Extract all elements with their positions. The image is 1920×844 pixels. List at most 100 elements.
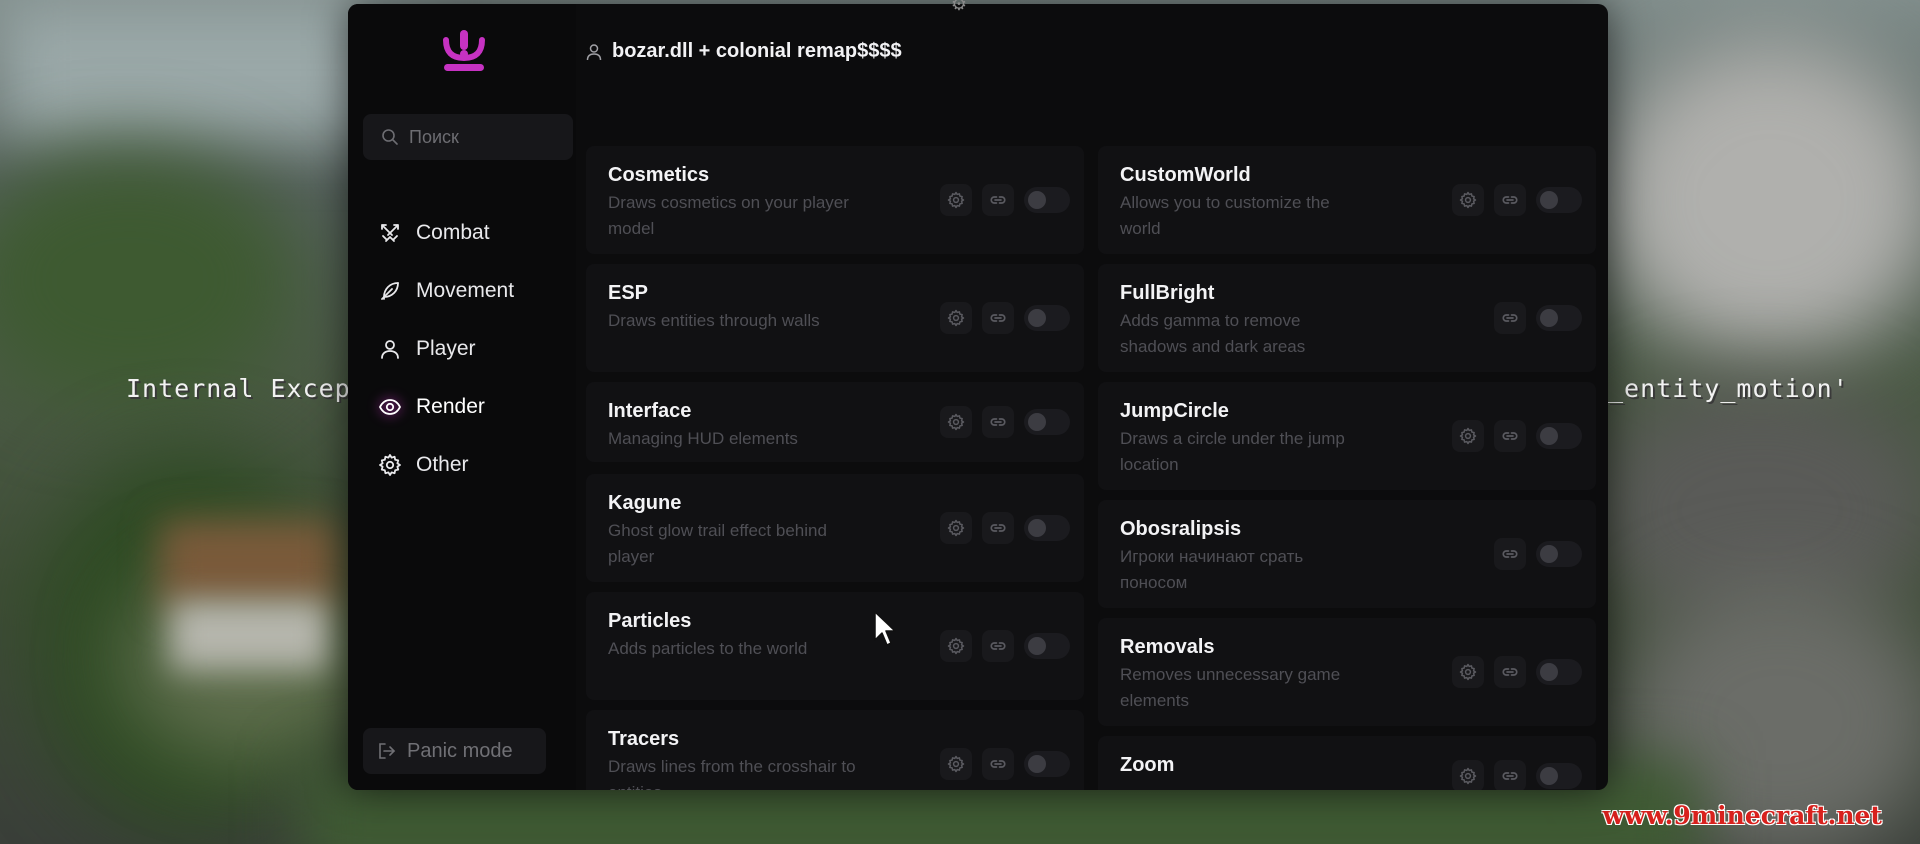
search-input[interactable] — [409, 126, 559, 148]
module-settings-button[interactable] — [940, 302, 972, 334]
module-controls — [940, 406, 1070, 438]
gear-icon: ⚙ — [950, 0, 968, 14]
link-icon — [1502, 432, 1518, 440]
exit-icon — [379, 743, 396, 759]
module-description: Adds particles to the world — [608, 639, 808, 658]
toggle-knob — [1540, 427, 1558, 445]
module-toggle[interactable] — [1024, 305, 1070, 331]
module-settings-button[interactable] — [1452, 420, 1484, 452]
module-name: Zoom — [1120, 754, 1175, 776]
link-icon — [990, 314, 1006, 322]
toggle-knob — [1028, 637, 1046, 655]
module-controls — [940, 630, 1070, 662]
module-toggle[interactable] — [1024, 751, 1070, 777]
module-bind-button[interactable] — [1494, 656, 1526, 688]
toggle-knob — [1540, 191, 1558, 209]
module-controls — [1494, 302, 1582, 334]
module-description: Draws entities through walls — [608, 311, 820, 330]
module-description: Draws a circle under the jump location — [1120, 429, 1345, 474]
module-card-fullbright[interactable]: FullBright Adds gamma to remove shadows a… — [1098, 264, 1596, 372]
module-card-removals[interactable]: Removals Removes unnecessary game element… — [1098, 618, 1596, 726]
module-card-kagune[interactable]: Kagune Ghost glow trail effect behind pla… — [586, 474, 1084, 582]
module-bind-button[interactable] — [1494, 538, 1526, 570]
module-toggle[interactable] — [1536, 423, 1582, 449]
module-toggle[interactable] — [1024, 515, 1070, 541]
gear-icon — [1459, 427, 1477, 445]
module-name: JumpCircle — [1120, 400, 1229, 422]
module-bind-button[interactable] — [982, 748, 1014, 780]
module-card-obosralipsis[interactable]: Obosralipsis Игроки начинают срать поносо… — [1098, 500, 1596, 608]
toggle-knob — [1540, 767, 1558, 785]
nav-item-render[interactable]: Render — [378, 378, 514, 436]
link-icon — [990, 760, 1006, 768]
module-card-tracers[interactable]: Tracers Draws lines from the crosshair to… — [586, 710, 1084, 790]
module-bind-button[interactable] — [982, 630, 1014, 662]
module-bind-button[interactable] — [1494, 302, 1526, 334]
module-bind-button[interactable] — [982, 302, 1014, 334]
nav-item-movement[interactable]: Movement — [378, 262, 514, 320]
module-controls — [1452, 656, 1582, 688]
module-card-jumpcircle[interactable]: JumpCircle Draws a circle under the jump … — [1098, 382, 1596, 490]
nav-item-player[interactable]: Player — [378, 320, 514, 378]
module-bind-button[interactable] — [1494, 420, 1526, 452]
module-settings-button[interactable] — [1452, 760, 1484, 790]
module-toggle[interactable] — [1536, 187, 1582, 213]
module-settings-button[interactable] — [1452, 656, 1484, 688]
chat-message-left: Internal Exceptic — [126, 374, 348, 403]
module-list: Cosmetics Draws cosmetics on your player … — [576, 116, 1608, 790]
module-toggle[interactable] — [1536, 659, 1582, 685]
module-bind-button[interactable] — [982, 406, 1014, 438]
module-toggle[interactable] — [1024, 409, 1070, 435]
module-card-particles[interactable]: Particles Adds particles to the world — [586, 592, 1084, 700]
module-controls — [940, 748, 1070, 780]
module-toggle[interactable] — [1024, 633, 1070, 659]
module-description: Игроки начинают срать поносом — [1120, 547, 1304, 592]
module-card-esp[interactable]: ESP Draws entities through walls — [586, 264, 1084, 372]
module-settings-button[interactable] — [1452, 184, 1484, 216]
chat-message-right: _entity_motion' — [1608, 374, 1849, 403]
module-name: Kagune — [608, 492, 682, 514]
module-name: Tracers — [608, 728, 680, 750]
module-description: Removes unnecessary game elements — [1120, 665, 1341, 710]
module-toggle[interactable] — [1536, 305, 1582, 331]
nav-item-combat[interactable]: Combat — [378, 204, 514, 262]
module-card-customworld[interactable]: CustomWorld Allows you to customize the w… — [1098, 146, 1596, 254]
sidebar: Combat Movement Player — [348, 4, 576, 790]
panic-mode-label: Panic mode — [407, 739, 513, 762]
module-card-cosmetics[interactable]: Cosmetics Draws cosmetics on your player … — [586, 146, 1084, 254]
panic-mode-button[interactable]: Panic mode — [363, 728, 546, 774]
config-title-text: bozar.dll + colonial remap$$$$ — [612, 40, 902, 62]
module-bind-button[interactable] — [982, 184, 1014, 216]
module-controls — [1452, 184, 1582, 216]
module-settings-button[interactable] — [940, 512, 972, 544]
module-bind-button[interactable] — [1494, 760, 1526, 790]
config-title: bozar.dll + colonial remap$$$$ — [586, 40, 902, 63]
toggle-knob — [1028, 755, 1046, 773]
module-settings-button[interactable] — [940, 406, 972, 438]
module-name: FullBright — [1120, 282, 1215, 304]
crown-logo-icon — [443, 30, 485, 71]
link-icon — [1502, 550, 1518, 558]
toggle-knob — [1028, 413, 1046, 431]
module-settings-button[interactable] — [940, 184, 972, 216]
module-name: CustomWorld — [1120, 164, 1251, 186]
gear-icon — [947, 755, 965, 773]
module-settings-button[interactable] — [940, 630, 972, 662]
module-card-interface[interactable]: Interface Managing HUD elements — [586, 382, 1084, 462]
user-icon — [381, 340, 399, 359]
search-box[interactable] — [363, 114, 573, 160]
module-bind-button[interactable] — [1494, 184, 1526, 216]
watermark: www.9minecraft.net — [1602, 801, 1882, 830]
category-nav: Combat Movement Player Render Other — [378, 204, 514, 494]
module-settings-button[interactable] — [940, 748, 972, 780]
feather-icon — [381, 282, 399, 300]
module-toggle[interactable] — [1536, 541, 1582, 567]
module-name: Cosmetics — [608, 164, 710, 186]
module-toggle[interactable] — [1024, 187, 1070, 213]
module-bind-button[interactable] — [982, 512, 1014, 544]
nav-item-other[interactable]: Other — [378, 436, 514, 494]
module-card-zoom[interactable]: Zoom — [1098, 736, 1596, 790]
module-toggle[interactable] — [1536, 763, 1582, 789]
toggle-knob — [1540, 545, 1558, 563]
gear-icon — [947, 191, 965, 209]
